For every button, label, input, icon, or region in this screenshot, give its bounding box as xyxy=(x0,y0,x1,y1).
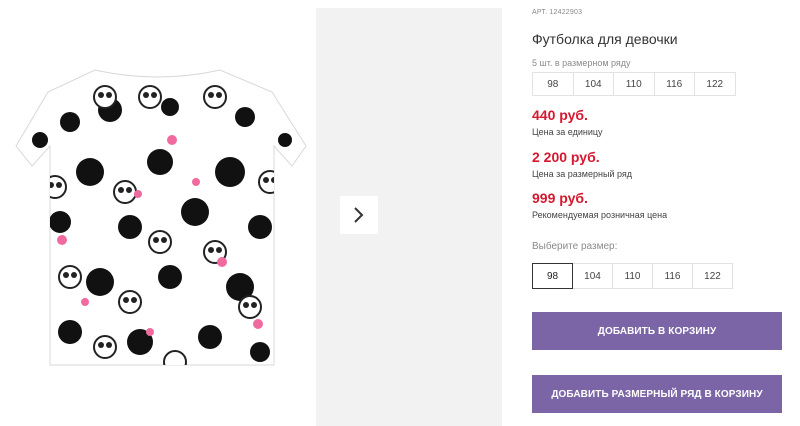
chevron-right-icon xyxy=(354,207,364,223)
gallery-next-button[interactable] xyxy=(340,196,378,234)
price-unit: 440 руб. xyxy=(532,107,588,123)
tshirt-image xyxy=(15,69,307,366)
size-option-116[interactable]: 116 xyxy=(652,263,693,289)
product-title: Футболка для девочки xyxy=(532,31,678,47)
price-series: 2 200 руб. xyxy=(532,149,600,165)
series-count-label: 5 шт. в размерном ряду xyxy=(532,58,631,68)
size-selector: 98 104 110 116 122 xyxy=(532,263,733,289)
series-size-cell: 98 xyxy=(532,72,574,96)
series-size-cell: 104 xyxy=(572,72,614,96)
series-size-cell: 122 xyxy=(694,72,736,96)
add-series-to-cart-button[interactable]: ДОБАВИТЬ РАЗМЕРНЫЙ РЯД В КОРЗИНУ xyxy=(532,375,782,413)
size-option-104[interactable]: 104 xyxy=(572,263,613,289)
series-size-cell: 110 xyxy=(613,72,655,96)
size-option-110[interactable]: 110 xyxy=(612,263,653,289)
size-option-122[interactable]: 122 xyxy=(692,263,733,289)
price-retail-caption: Рекомендуемая розничная цена xyxy=(532,210,668,220)
choose-size-label: Выберите размер: xyxy=(532,241,618,252)
size-option-98[interactable]: 98 xyxy=(532,263,573,289)
series-sizes: 98 104 110 116 122 xyxy=(532,72,736,96)
price-series-caption: Цена за размерный ряд xyxy=(532,169,633,179)
price-unit-caption: Цена за единицу xyxy=(532,127,603,137)
add-to-cart-button[interactable]: ДОБАВИТЬ В КОРЗИНУ xyxy=(532,312,782,350)
article-number: АРТ. 12422903 xyxy=(532,9,583,16)
series-size-cell: 116 xyxy=(653,72,695,96)
price-retail: 999 руб. xyxy=(532,190,588,206)
product-image-area xyxy=(0,0,316,426)
